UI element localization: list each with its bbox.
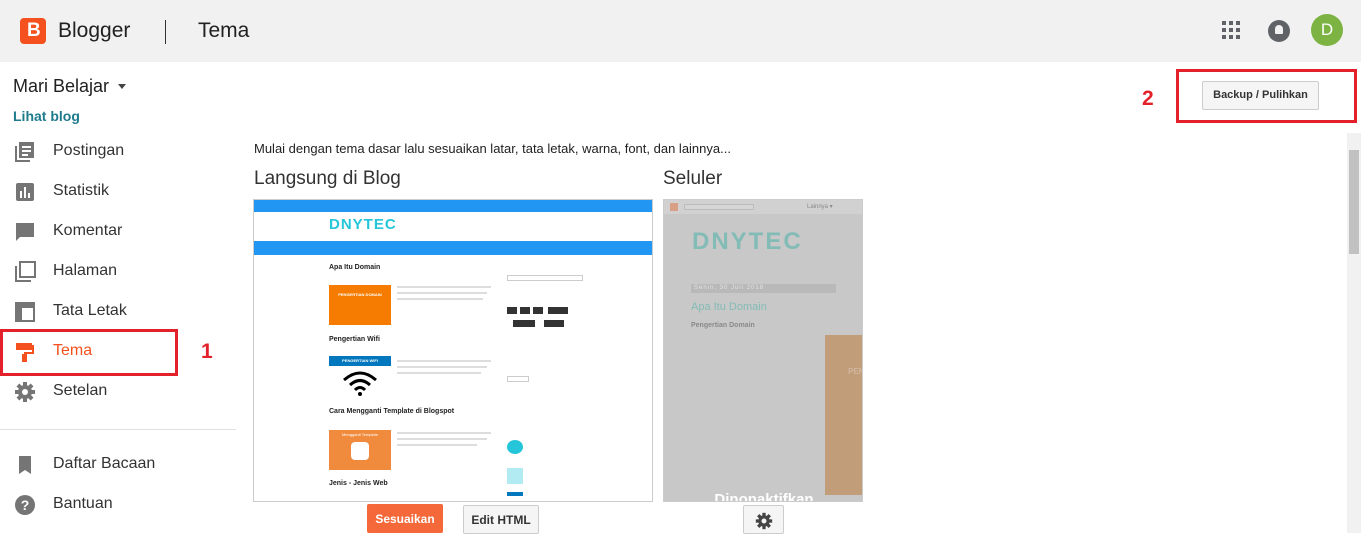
preview-post-thumb: PENGERTIAN WIFI — [329, 356, 391, 398]
sidebar-item-help[interactable]: ? Bantuan — [0, 485, 236, 525]
wifi-icon — [343, 371, 377, 396]
preview-post-title: Pengertian Wifi — [329, 336, 380, 343]
page-title: Tema — [198, 19, 250, 42]
preview-post-title: Cara Mengganti Template di Blogspot — [329, 408, 455, 415]
avatar[interactable]: D — [1311, 14, 1343, 46]
sidebar-divider — [0, 429, 236, 430]
sidebar-item-label: Komentar — [53, 222, 123, 239]
sidebar-item-posts[interactable]: Postingan — [0, 132, 236, 172]
preview-widget-thumb — [507, 492, 523, 496]
apps-grid-icon[interactable] — [1222, 21, 1240, 39]
live-theme-preview[interactable]: DNYTEC Apa Itu Domain PENGERTIAN DOMAIN … — [253, 199, 653, 502]
comments-icon — [16, 223, 34, 241]
sidebar-item-reading-list[interactable]: Daftar Bacaan — [0, 445, 236, 485]
annotation-marker-1: 1 — [201, 340, 213, 363]
preview-text-line — [397, 366, 487, 368]
preview-tag — [544, 320, 564, 327]
sidebar-item-label: Halaman — [53, 262, 118, 279]
disabled-overlay — [664, 200, 862, 501]
preview-text-line — [397, 292, 487, 294]
mobile-settings-button[interactable] — [743, 505, 784, 534]
header-divider — [165, 20, 166, 44]
preview-search-box — [507, 275, 583, 281]
mobile-theme-preview[interactable]: Lainnya ▾ DNYTEC Senin, 30 Juli 2018 Apa… — [663, 199, 863, 502]
logo-letter: B — [27, 20, 41, 41]
sidebar-item-stats[interactable]: Statistik — [0, 172, 236, 212]
preview-text-line — [397, 286, 491, 288]
blogger-logo-icon — [351, 442, 369, 460]
posts-icon — [15, 142, 34, 162]
preview-post-title: Jenis - Jenis Web — [329, 480, 388, 487]
mobile-disabled-label: Dinonaktifkan — [714, 491, 814, 502]
sidebar-item-settings[interactable]: Setelan — [0, 372, 236, 412]
preview-widget-thumb — [507, 440, 523, 454]
sidebar-item-label: Postingan — [53, 142, 125, 159]
sidebar-item-label: Tata Letak — [53, 302, 127, 319]
brand-name[interactable]: Blogger — [58, 19, 130, 43]
sidebar-item-label: Daftar Bacaan — [53, 455, 156, 472]
blog-name-selector[interactable]: Mari Belajar — [13, 76, 109, 97]
customize-button[interactable]: Sesuaikan — [367, 504, 443, 533]
pages-icon — [15, 261, 36, 282]
highlight-box-theme — [0, 329, 178, 376]
scrollbar-thumb[interactable] — [1349, 150, 1359, 254]
gear-icon — [15, 382, 35, 402]
blogger-logo-icon[interactable]: B — [20, 18, 46, 44]
preview-thumb-label: Mengganti Template — [342, 432, 378, 437]
sidebar-item-layout[interactable]: Tata Letak — [0, 292, 236, 332]
preview-top-nav — [254, 200, 652, 212]
sidebar-item-label: Bantuan — [53, 495, 113, 512]
preview-tag — [533, 307, 543, 314]
preview-thumb-label: PENGERTIAN DOMAIN — [338, 292, 382, 297]
sidebar-item-pages[interactable]: Halaman — [0, 252, 236, 292]
edit-html-button[interactable]: Edit HTML — [463, 505, 539, 534]
gear-icon — [755, 512, 773, 530]
preview-logo: DNYTEC — [329, 216, 397, 233]
preview-post-title: Apa Itu Domain — [329, 264, 381, 271]
preview-tag — [507, 307, 517, 314]
help-icon: ? — [15, 495, 35, 515]
live-on-blog-title: Langsung di Blog — [254, 168, 401, 189]
preview-text-line — [397, 298, 483, 300]
mobile-title: Seluler — [663, 168, 723, 189]
sidebar-item-label: Setelan — [53, 382, 108, 399]
preview-post-thumb: PENGERTIAN DOMAIN — [329, 285, 391, 325]
preview-select — [507, 376, 529, 382]
preview-widget-thumb — [507, 468, 523, 484]
sidebar-item-label: Statistik — [53, 182, 110, 199]
intro-text: Mulai dengan tema dasar lalu sesuaikan l… — [254, 141, 731, 156]
preview-post-thumb: Mengganti Template — [329, 430, 391, 470]
preview-tag — [513, 320, 535, 327]
preview-text-line — [397, 360, 491, 362]
svg-text:?: ? — [21, 497, 30, 513]
preview-text-line — [397, 432, 491, 434]
bookmark-icon — [19, 456, 31, 474]
preview-text-line — [397, 438, 487, 440]
preview-tag — [520, 307, 530, 314]
layout-icon — [15, 302, 35, 322]
annotation-marker-2: 2 — [1142, 87, 1154, 110]
top-app-bar: B Blogger Tema D — [0, 0, 1361, 62]
backup-restore-button[interactable]: Backup / Pulihkan — [1202, 81, 1319, 110]
notification-bell-icon[interactable] — [1268, 20, 1290, 42]
stats-icon — [16, 183, 34, 201]
preview-text-line — [397, 372, 481, 374]
preview-thumb-label: PENGERTIAN WIFI — [329, 356, 391, 366]
preview-tag — [548, 307, 568, 314]
preview-text-line — [397, 444, 477, 446]
chevron-down-icon[interactable] — [118, 84, 126, 89]
preview-menu-bar — [254, 241, 652, 255]
view-blog-link[interactable]: Lihat blog — [13, 108, 80, 124]
sidebar-item-comments[interactable]: Komentar — [0, 212, 236, 252]
